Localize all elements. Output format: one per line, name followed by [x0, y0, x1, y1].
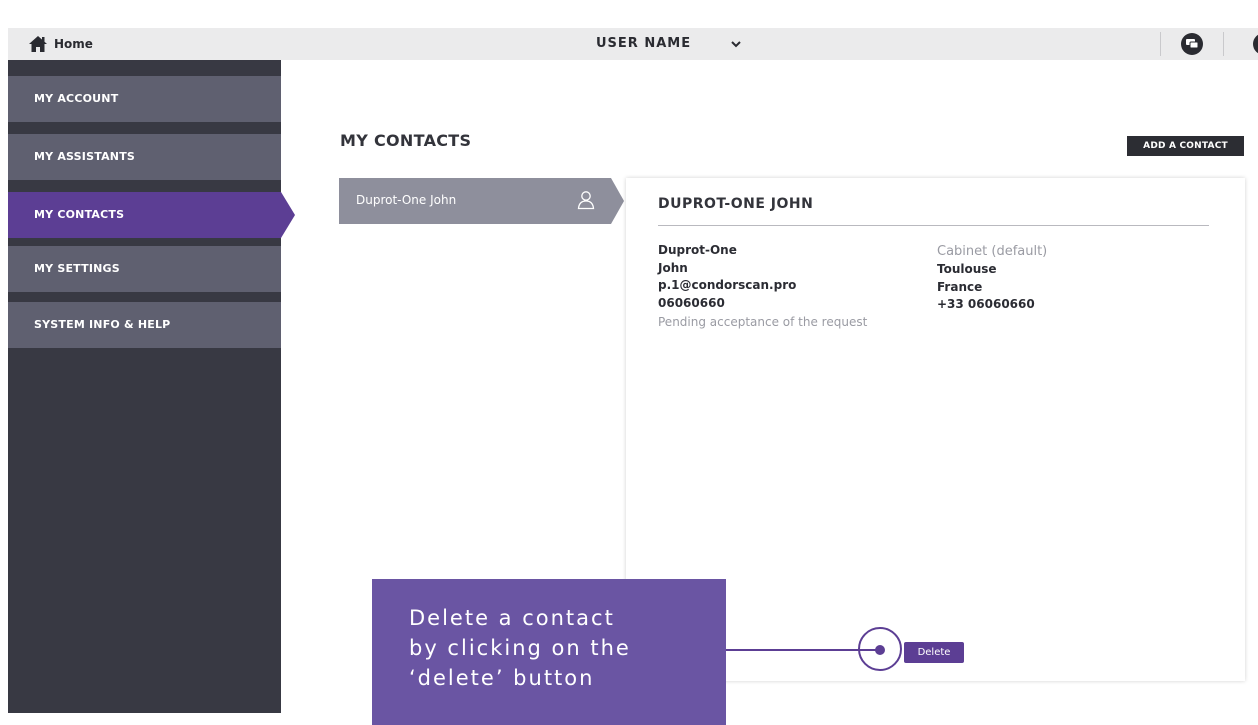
sidebar-item-label: SYSTEM INFO & HELP — [34, 318, 171, 331]
sidebar-item-label: MY SETTINGS — [34, 262, 120, 275]
cabinet-phone: +33 06060660 — [937, 297, 1035, 311]
home-link[interactable]: Home — [54, 37, 93, 51]
add-contact-button[interactable]: ADD A CONTACT — [1127, 136, 1244, 156]
top-bar-divider — [1160, 32, 1161, 56]
contact-last-name: Duprot-One — [658, 243, 737, 257]
page-title: MY CONTACTS — [340, 131, 472, 150]
profile-icon[interactable] — [1240, 32, 1258, 56]
contact-phone: 06060660 — [658, 295, 725, 310]
contact-info-column: Duprot-One John p.1@condorscan.pro 06060… — [658, 242, 867, 332]
chat-icon[interactable] — [1180, 32, 1204, 56]
contact-list-item[interactable]: Duprot-One John — [339, 178, 611, 224]
sidebar-item-label: MY ASSISTANTS — [34, 150, 136, 163]
active-nav-indicator — [281, 192, 295, 238]
user-name-menu[interactable]: USER NAME — [596, 36, 691, 51]
sidebar-item-my-account[interactable]: MY ACCOUNT — [8, 76, 281, 122]
sidebar-item-my-settings[interactable]: MY SETTINGS — [8, 246, 281, 292]
contact-detail-title: DUPROT-ONE JOHN — [658, 196, 814, 212]
contact-email: p.1@condorscan.pro — [658, 278, 797, 292]
contact-item-name: Duprot-One John — [356, 193, 457, 207]
callout-pointer-line — [726, 649, 880, 651]
user-icon — [577, 191, 595, 210]
delete-button[interactable]: Delete — [904, 642, 964, 663]
cabinet-country: France — [937, 279, 983, 294]
sidebar-item-label: MY CONTACTS — [34, 208, 125, 221]
top-bar: Home USER NAME — [8, 28, 1258, 60]
contact-first-name: John — [658, 260, 688, 275]
divider — [658, 225, 1209, 226]
sidebar-item-label: MY ACCOUNT — [34, 92, 119, 105]
home-icon[interactable] — [28, 35, 48, 53]
chevron-down-icon[interactable] — [730, 39, 742, 49]
contact-status: Pending acceptance of the request — [658, 315, 868, 329]
sidebar: MY ACCOUNT MY ASSISTANTS MY CONTACTS MY … — [8, 60, 281, 713]
sidebar-item-my-contacts[interactable]: MY CONTACTS — [8, 192, 281, 238]
sidebar-item-system-info-help[interactable]: SYSTEM INFO & HELP — [8, 302, 281, 348]
top-bar-divider — [1223, 32, 1224, 56]
callout-text: Delete a contact by clicking on the ‘del… — [409, 603, 631, 693]
cabinet-label: Cabinet (default) — [937, 244, 1048, 259]
cabinet-info-column: Cabinet (default) Toulouse France +33 06… — [937, 242, 1047, 314]
sidebar-item-my-assistants[interactable]: MY ASSISTANTS — [8, 134, 281, 180]
callout-line: by clicking on the — [409, 636, 631, 660]
tooltip-callout: Delete a contact by clicking on the ‘del… — [372, 579, 726, 725]
cabinet-city: Toulouse — [937, 262, 997, 276]
callout-line: ‘delete’ button — [409, 666, 595, 690]
callout-line: Delete a contact — [409, 606, 615, 630]
selected-contact-indicator — [611, 178, 624, 224]
callout-pointer-dot — [875, 645, 885, 655]
